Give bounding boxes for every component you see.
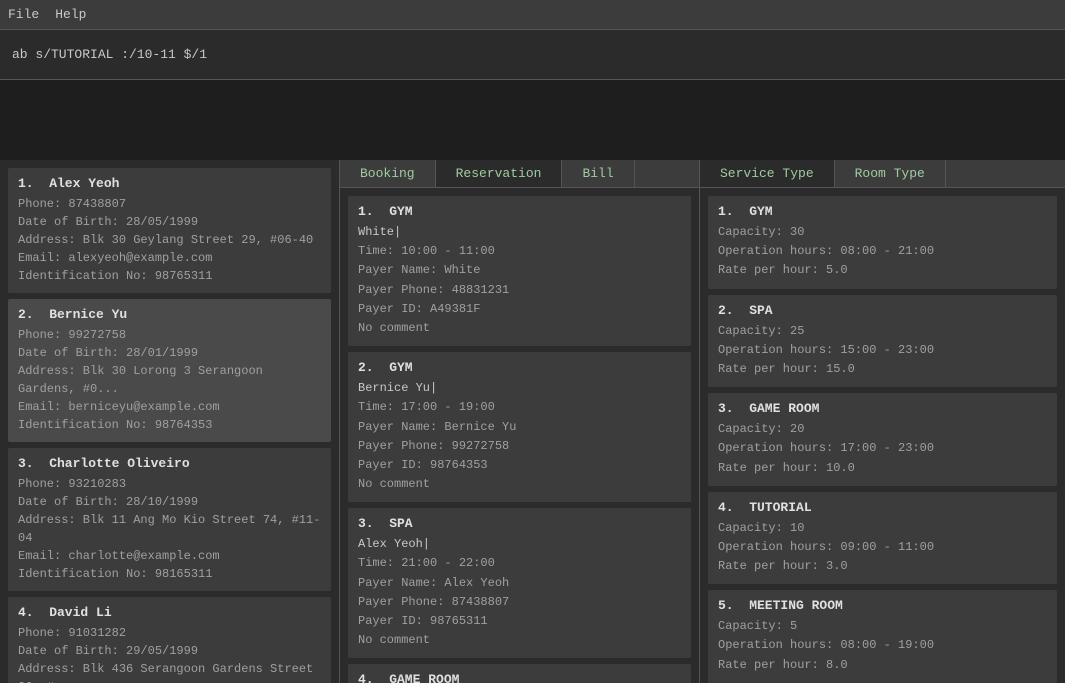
res-title-4: 4. GAME ROOM bbox=[358, 672, 681, 683]
res-card-2[interactable]: 2. GYM Bernice Yu| Time: 17:00 - 19:00 P… bbox=[348, 352, 691, 502]
main-content: 1. Alex Yeoh Phone: 87438807 Date of Bir… bbox=[0, 160, 1065, 683]
client-card-2[interactable]: 2. Bernice Yu Phone: 99272758 Date of Bi… bbox=[8, 299, 331, 442]
svc-detail-5: Capacity: 5 Operation hours: 08:00 - 19:… bbox=[718, 617, 1047, 675]
middle-panel: Booking Reservation Bill 1. GYM White| T… bbox=[340, 160, 700, 683]
tab-bill[interactable]: Bill bbox=[562, 160, 634, 187]
client-name-3: 3. Charlotte Oliveiro bbox=[18, 456, 321, 471]
middle-tabs: Booking Reservation Bill bbox=[340, 160, 699, 188]
client-name-2: 2. Bernice Yu bbox=[18, 307, 321, 322]
tab-booking[interactable]: Booking bbox=[340, 160, 436, 187]
res-title-1: 1. GYM bbox=[358, 204, 681, 219]
svc-card-3[interactable]: 3. GAME ROOM Capacity: 20 Operation hour… bbox=[708, 393, 1057, 486]
res-card-3[interactable]: 3. SPA Alex Yeoh| Time: 21:00 - 22:00 Pa… bbox=[348, 508, 691, 658]
svc-title-5: 5. MEETING ROOM bbox=[718, 598, 1047, 613]
client-card-1[interactable]: 1. Alex Yeoh Phone: 87438807 Date of Bir… bbox=[8, 168, 331, 293]
client-card-4[interactable]: 4. David Li Phone: 91031282 Date of Birt… bbox=[8, 597, 331, 683]
reservation-list: 1. GYM White| Time: 10:00 - 11:00 Payer … bbox=[340, 188, 699, 683]
svc-title-3: 3. GAME ROOM bbox=[718, 401, 1047, 416]
svc-title-1: 1. GYM bbox=[718, 204, 1047, 219]
client-card-3[interactable]: 3. Charlotte Oliveiro Phone: 93210283 Da… bbox=[8, 448, 331, 591]
command-bar: ab s/TUTORIAL :/10-11 $/1 bbox=[0, 30, 1065, 80]
svc-detail-4: Capacity: 10 Operation hours: 09:00 - 11… bbox=[718, 519, 1047, 577]
file-menu[interactable]: File bbox=[8, 7, 39, 22]
res-title-3: 3. SPA bbox=[358, 516, 681, 531]
client-name-4: 4. David Li bbox=[18, 605, 321, 620]
svc-title-2: 2. SPA bbox=[718, 303, 1047, 318]
menu-bar: File Help bbox=[0, 0, 1065, 30]
tab-room-type[interactable]: Room Type bbox=[835, 160, 946, 187]
res-card-1[interactable]: 1. GYM White| Time: 10:00 - 11:00 Payer … bbox=[348, 196, 691, 346]
client-detail-1: Phone: 87438807 Date of Birth: 28/05/199… bbox=[18, 195, 321, 285]
command-text: ab s/TUTORIAL :/10-11 $/1 bbox=[12, 47, 207, 62]
client-detail-2: Phone: 99272758 Date of Birth: 28/01/199… bbox=[18, 326, 321, 434]
client-list-panel: 1. Alex Yeoh Phone: 87438807 Date of Bir… bbox=[0, 160, 340, 683]
client-detail-3: Phone: 93210283 Date of Birth: 28/10/199… bbox=[18, 475, 321, 583]
svc-detail-2: Capacity: 25 Operation hours: 15:00 - 23… bbox=[718, 322, 1047, 380]
res-detail-2: Bernice Yu| Time: 17:00 - 19:00 Payer Na… bbox=[358, 379, 681, 494]
res-detail-1: White| Time: 10:00 - 11:00 Payer Name: W… bbox=[358, 223, 681, 338]
res-detail-3: Alex Yeoh| Time: 21:00 - 22:00 Payer Nam… bbox=[358, 535, 681, 650]
right-panel: Service Type Room Type 1. GYM Capacity: … bbox=[700, 160, 1065, 683]
svc-detail-3: Capacity: 20 Operation hours: 17:00 - 23… bbox=[718, 420, 1047, 478]
tab-service-type[interactable]: Service Type bbox=[700, 160, 835, 187]
top-area bbox=[0, 80, 1065, 160]
service-type-list: 1. GYM Capacity: 30 Operation hours: 08:… bbox=[700, 188, 1065, 683]
svc-card-5[interactable]: 5. MEETING ROOM Capacity: 5 Operation ho… bbox=[708, 590, 1057, 683]
svc-card-1[interactable]: 1. GYM Capacity: 30 Operation hours: 08:… bbox=[708, 196, 1057, 289]
client-name-1: 1. Alex Yeoh bbox=[18, 176, 321, 191]
right-tabs: Service Type Room Type bbox=[700, 160, 1065, 188]
svc-card-4[interactable]: 4. TUTORIAL Capacity: 10 Operation hours… bbox=[708, 492, 1057, 585]
client-detail-4: Phone: 91031282 Date of Birth: 29/05/199… bbox=[18, 624, 321, 683]
res-card-4[interactable]: 4. GAME ROOM bbox=[348, 664, 691, 683]
tab-reservation[interactable]: Reservation bbox=[436, 160, 563, 187]
res-title-2: 2. GYM bbox=[358, 360, 681, 375]
svc-title-4: 4. TUTORIAL bbox=[718, 500, 1047, 515]
svc-detail-1: Capacity: 30 Operation hours: 08:00 - 21… bbox=[718, 223, 1047, 281]
svc-card-2[interactable]: 2. SPA Capacity: 25 Operation hours: 15:… bbox=[708, 295, 1057, 388]
help-menu[interactable]: Help bbox=[55, 7, 86, 22]
